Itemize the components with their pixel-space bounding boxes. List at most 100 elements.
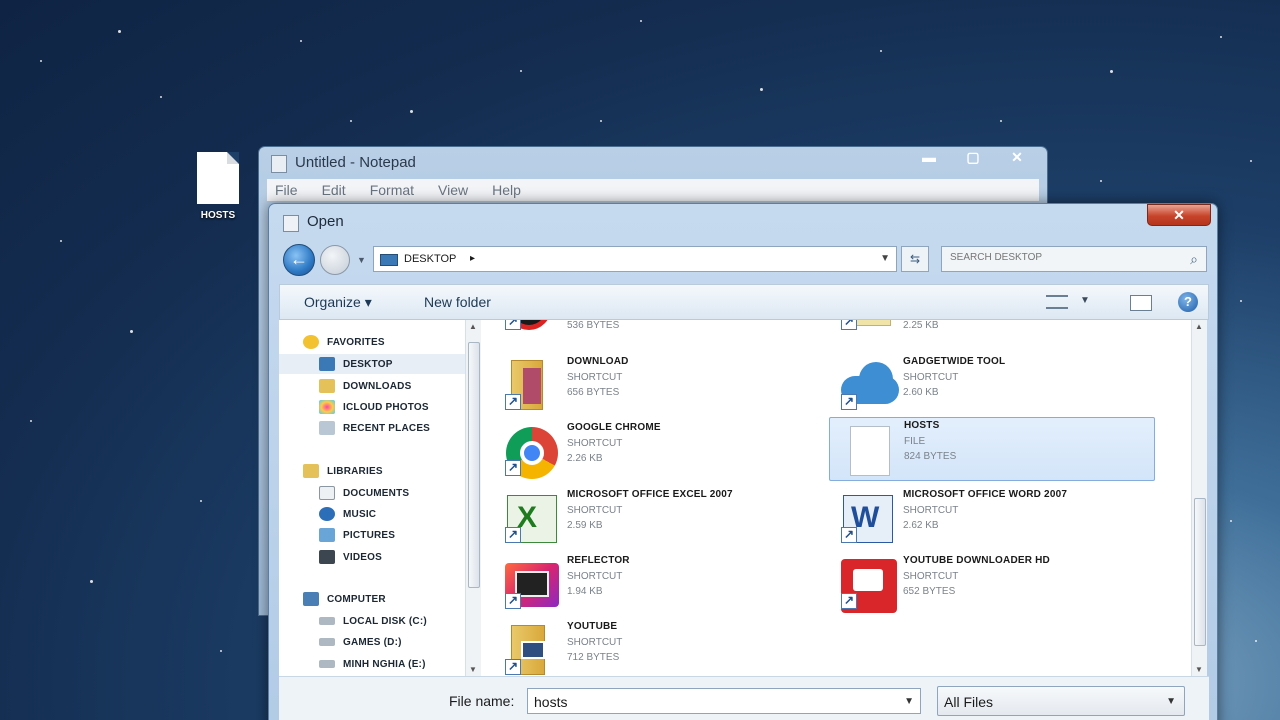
drive-icon: [319, 617, 335, 625]
file-type: SHORTCUT: [567, 438, 623, 449]
notepad-title: Untitled - Notepad: [295, 154, 416, 171]
nav-games-d[interactable]: GAMES (D:): [319, 632, 402, 652]
file-list-scrollbar[interactable]: ▲ ▼: [1191, 320, 1207, 676]
dialog-icon: [283, 215, 299, 232]
menu-edit[interactable]: Edit: [322, 179, 346, 201]
file-icon: [838, 422, 896, 476]
file-name: GOOGLE CHROME: [567, 422, 661, 433]
forward-button[interactable]: [320, 245, 350, 275]
nav-favorites[interactable]: FAVORITES: [303, 332, 385, 352]
nav-downloads[interactable]: DOWNLOADS: [319, 376, 411, 396]
file-item-word-2007[interactable]: W ↗ MICROSOFT OFFICE WORD 2007 SHORTCUT …: [829, 487, 1155, 549]
music-icon: [319, 507, 335, 521]
file-item-google-chrome[interactable]: ↗ GOOGLE CHROME SHORTCUT 2.26 KB: [493, 420, 819, 482]
shortcut-arrow-icon: ↗: [505, 527, 521, 543]
file-item-partial-left[interactable]: ↗ 536 BYTES: [493, 320, 819, 336]
search-box[interactable]: ⌕: [941, 246, 1207, 272]
minimize-button[interactable]: ▬: [907, 149, 951, 167]
address-bar[interactable]: DESKTOP ▸ ▼: [373, 246, 897, 272]
change-view-icon[interactable]: [1046, 295, 1068, 309]
recent-pages-dropdown[interactable]: ▼: [357, 255, 366, 265]
nav-label: DOWNLOADS: [343, 380, 412, 392]
file-item-youtube[interactable]: ↗ YOUTUBE SHORTCUT 712 BYTES: [493, 619, 819, 676]
file-size: 2.26 KB: [567, 453, 603, 464]
shortcut-arrow-icon: ↗: [841, 593, 857, 609]
breadcrumb-arrow-icon[interactable]: ▸: [470, 253, 475, 264]
scroll-down-icon[interactable]: ▼: [1195, 665, 1203, 674]
excel-icon: X ↗: [501, 491, 559, 545]
scroll-down-icon[interactable]: ▼: [469, 665, 477, 674]
nav-desktop[interactable]: DESKTOP: [279, 354, 474, 374]
folder-icon: ↗: [501, 358, 559, 412]
file-name-value[interactable]: hosts: [534, 694, 567, 710]
file-name-input[interactable]: hosts ▼: [527, 688, 921, 714]
file-size: 656 BYTES: [567, 387, 620, 398]
file-name: MICROSOFT OFFICE WORD 2007: [903, 489, 1068, 500]
scrollbar-thumb[interactable]: [1194, 498, 1206, 646]
dialog-close-button[interactable]: ✕: [1147, 204, 1211, 226]
chevron-down-icon[interactable]: ▼: [1166, 696, 1176, 707]
file-type-select[interactable]: All Files ▼: [937, 686, 1185, 716]
file-item-partial-right[interactable]: ↗ 2.25 KB: [829, 320, 1155, 336]
scroll-up-icon[interactable]: ▲: [469, 322, 477, 331]
view-options-dropdown[interactable]: ▼: [1080, 295, 1090, 306]
file-size: 2.25 KB: [903, 320, 939, 331]
maximize-button[interactable]: ▢: [951, 149, 995, 167]
organize-button[interactable]: Organize ▾: [304, 294, 372, 311]
nav-computer[interactable]: COMPUTER: [303, 589, 386, 609]
nav-minh-nghia-e[interactable]: MINH NGHIA (E:): [319, 654, 426, 674]
shortcut-arrow-icon: ↗: [841, 527, 857, 543]
nav-documents[interactable]: DOCUMENTS: [319, 483, 409, 503]
nav-music[interactable]: MUSIC: [319, 504, 376, 524]
file-name-dropdown-icon[interactable]: ▼: [904, 696, 914, 707]
menu-view[interactable]: View: [438, 179, 468, 201]
file-item-youtube-downloader-hd[interactable]: ↗ YOUTUBE DOWNLOADER HD SHORTCUT 652 BYT…: [829, 553, 1155, 615]
help-button[interactable]: ?: [1178, 292, 1198, 312]
file-list: ↗ 536 BYTES ↗ 2.25 KB ↗ DOWNLOAD SHORTCU…: [481, 320, 1191, 676]
file-size: 2.62 KB: [903, 520, 939, 531]
nav-videos[interactable]: VIDEOS: [319, 547, 382, 567]
nav-pictures[interactable]: PICTURES: [319, 525, 395, 545]
new-folder-button[interactable]: New folder: [424, 294, 491, 310]
file-item-excel-2007[interactable]: X ↗ MICROSOFT OFFICE EXCEL 2007 SHORTCUT…: [493, 487, 819, 549]
nav-label: RECENT PLACES: [343, 422, 431, 434]
close-button[interactable]: ✕: [995, 149, 1039, 167]
refresh-button[interactable]: ⇆: [901, 246, 929, 272]
back-button[interactable]: ←: [283, 244, 315, 276]
search-input[interactable]: [950, 252, 1170, 263]
file-type: SHORTCUT: [903, 372, 959, 383]
file-size: 2.59 KB: [567, 520, 603, 531]
file-item-reflector[interactable]: ↗ REFLECTOR SHORTCUT 1.94 KB: [493, 553, 819, 615]
file-item-download[interactable]: ↗ DOWNLOAD SHORTCUT 656 BYTES: [493, 354, 819, 416]
youtube-downloader-icon: ↗: [837, 557, 897, 613]
breadcrumb-desktop[interactable]: DESKTOP: [404, 253, 456, 265]
app-icon: ↗: [501, 320, 559, 332]
preview-pane-icon[interactable]: [1130, 295, 1152, 311]
drive-icon: [319, 660, 335, 668]
scrollbar-thumb[interactable]: [468, 342, 480, 588]
desktop-hosts-file-icon[interactable]: HOSTS: [190, 152, 246, 221]
menu-help[interactable]: Help: [492, 179, 521, 201]
menu-file[interactable]: File: [275, 179, 298, 201]
recent-places-icon: [319, 421, 335, 435]
file-size: 536 BYTES: [567, 320, 620, 331]
nav-local-disk-c[interactable]: LOCAL DISK (C:): [319, 611, 427, 631]
nav-recent-places[interactable]: RECENT PLACES: [319, 418, 430, 438]
nav-label: ICLOUD PHOTOS: [343, 401, 429, 413]
word-icon: W ↗: [837, 491, 895, 545]
file-item-hosts[interactable]: HOSTS FILE 824 BYTES: [829, 417, 1155, 481]
nav-label: GAMES (D:): [343, 636, 402, 648]
nav-pane-scrollbar[interactable]: ▲ ▼: [465, 320, 481, 676]
icloud-photos-icon: [319, 400, 335, 414]
chrome-icon: ↗: [501, 424, 559, 479]
navigation-pane: FAVORITES DESKTOP DOWNLOADS ICLOUD PHOTO…: [279, 320, 475, 676]
menu-format[interactable]: Format: [370, 179, 414, 201]
nav-libraries[interactable]: LIBRARIES: [303, 461, 383, 481]
file-item-gadgetwide-tool[interactable]: ↗ GADGETWIDE TOOL SHORTCUT 2.60 KB: [829, 354, 1155, 416]
nav-icloud-photos[interactable]: ICLOUD PHOTOS: [319, 397, 429, 417]
scroll-up-icon[interactable]: ▲: [1195, 322, 1203, 331]
file-size: 824 BYTES: [904, 451, 957, 462]
nav-label: MUSIC: [343, 508, 377, 520]
file-type: SHORTCUT: [903, 505, 959, 516]
address-dropdown-icon[interactable]: ▼: [880, 253, 890, 264]
